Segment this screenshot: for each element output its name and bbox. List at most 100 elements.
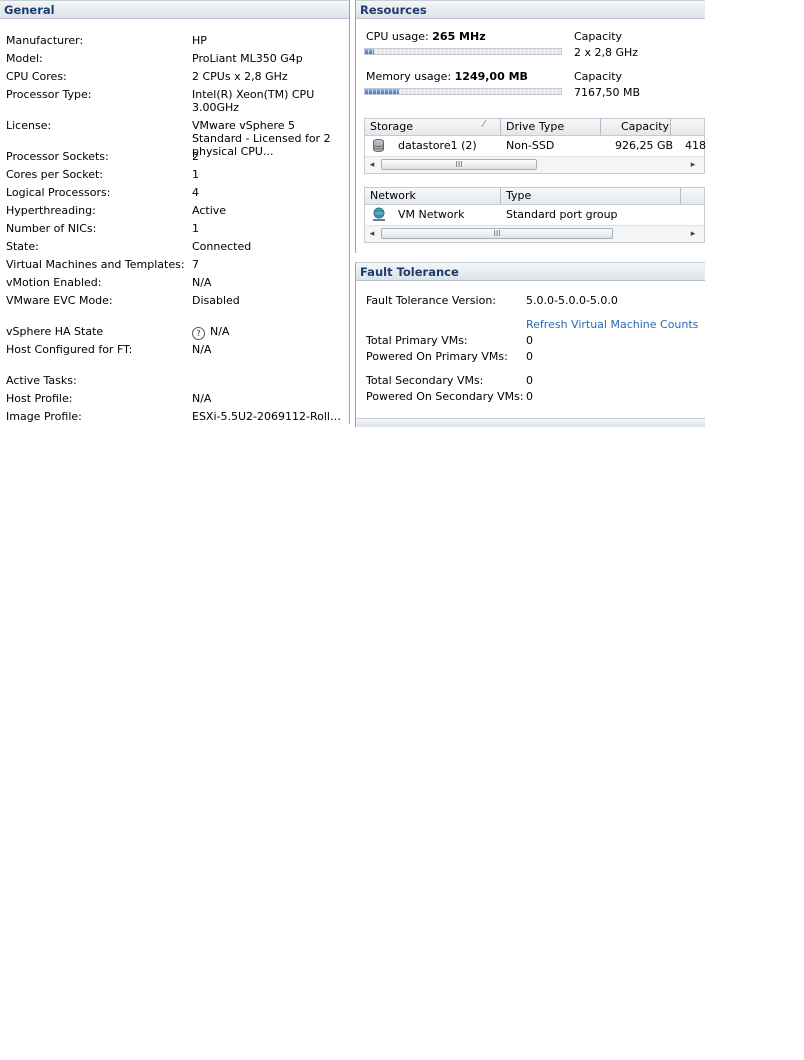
ft-row-label: Powered On Primary VMs: <box>366 350 508 363</box>
general-row: Virtual Machines and Templates: 7 <box>6 258 346 274</box>
cpu-usage-label: CPU usage: <box>366 30 429 43</box>
cpu-usage-value: 265 MHz <box>432 30 486 43</box>
general-row: vMotion Enabled: N/A <box>6 276 346 292</box>
ft-row-value: 0 <box>526 334 533 347</box>
storage-name: datastore1 (2) <box>398 139 477 152</box>
general-row-value: Active <box>192 204 227 217</box>
memory-usage-bar <box>364 88 562 95</box>
network-name: VM Network <box>398 208 465 221</box>
memory-usage-label: Memory usage: <box>366 70 452 83</box>
general-row-value: 1 <box>192 168 199 181</box>
general-row-value: N/A <box>192 392 212 405</box>
ft-row-label: Total Primary VMs: <box>366 334 468 347</box>
general-row: VMware EVC Mode: Disabled <box>6 294 346 310</box>
help-icon[interactable]: ? <box>192 327 205 340</box>
general-row-value-text: N/A <box>210 325 230 338</box>
scrollbar-thumb[interactable]: III <box>381 228 613 239</box>
ft-version-label: Fault Tolerance Version: <box>366 294 497 307</box>
general-row-value: 4 <box>192 186 199 199</box>
storage-column-header[interactable]: Storage <box>370 120 413 133</box>
general-row-label: Hyperthreading: <box>6 204 96 217</box>
general-row-label: VMware EVC Mode: <box>6 294 113 307</box>
capacity-column-header[interactable]: Capacity <box>621 120 669 133</box>
general-row: Image Profile: ESXi-5.5U2-2069112-Rollup.… <box>6 410 346 426</box>
storage-table-header: Storage ⁄ Drive Type Capacity <box>365 119 704 136</box>
general-row-value: HP <box>192 34 207 47</box>
storage-capacity: 926,25 GB <box>615 139 674 152</box>
network-table-header: Network Type <box>365 188 704 205</box>
general-row-value: N/A <box>192 276 212 289</box>
resources-panel: Resources CPU usage: 265 MHz Capacity 2 … <box>355 0 706 253</box>
general-row-label: Image Profile: <box>6 410 82 423</box>
general-row-value: ESXi-5.5U2-2069112-Rollup... <box>192 410 344 423</box>
scrollbar-thumb[interactable]: III <box>381 159 537 170</box>
general-row-label: Processor Sockets: <box>6 150 109 163</box>
next-panel-header <box>355 418 705 427</box>
network-horizontal-scrollbar[interactable]: ◂ III ▸ <box>365 225 704 242</box>
general-row: Number of NICs: 1 <box>6 222 346 238</box>
general-row: Processor Sockets: 2 <box>6 150 346 166</box>
general-row: State: Connected <box>6 240 346 256</box>
general-row-value: ? N/A <box>192 325 344 340</box>
general-row-label: License: <box>6 119 52 132</box>
ft-version-value: 5.0.0-5.0.0-5.0.0 <box>526 294 618 307</box>
ft-row-value: 0 <box>526 390 533 403</box>
general-row: Cores per Socket: 1 <box>6 168 346 184</box>
general-row: Processor Type: Intel(R) Xeon(TM) CPU 3.0… <box>6 88 346 114</box>
general-row-value: 1 <box>192 222 199 235</box>
storage-row[interactable]: datastore1 (2) Non-SSD 926,25 GB 418 <box>365 136 706 156</box>
storage-drive-type: Non-SSD <box>506 139 555 152</box>
general-row-value: Disabled <box>192 294 240 307</box>
general-panel-title: General <box>0 0 349 19</box>
general-row-value: 2 CPUs x 2,8 GHz <box>192 70 288 83</box>
general-row: vSphere HA State? N/A <box>6 325 346 341</box>
cpu-capacity-label: Capacity <box>574 30 623 43</box>
ft-row-label: Powered On Secondary VMs: <box>366 390 524 403</box>
general-row: Host Profile: N/A <box>6 392 346 408</box>
network-table: Network Type VM Network Standard port gr… <box>364 187 705 243</box>
general-row-label: Virtual Machines and Templates: <box>6 258 185 271</box>
general-row-label: Active Tasks: <box>6 374 77 387</box>
network-icon <box>373 207 385 221</box>
general-row-label: vMotion Enabled: <box>6 276 102 289</box>
general-row: Model: ProLiant ML350 G4p <box>6 52 346 68</box>
general-row-label: Host Configured for FT: <box>6 343 133 356</box>
type-column-header[interactable]: Type <box>506 189 531 202</box>
memory-usage-text: Memory usage: 1249,00 MB <box>366 70 528 83</box>
sort-icon: ⁄ <box>483 119 485 130</box>
scroll-left-icon[interactable]: ◂ <box>365 157 379 173</box>
general-row: Host Configured for FT: N/A <box>6 343 346 359</box>
memory-capacity-label: Capacity <box>574 70 623 83</box>
general-row-label: State: <box>6 240 39 253</box>
network-row[interactable]: VM Network Standard port group <box>365 205 704 225</box>
general-row-value: N/A <box>192 343 212 356</box>
storage-horizontal-scrollbar[interactable]: ◂ III ▸ <box>365 156 704 173</box>
general-row-label: Logical Processors: <box>6 186 111 199</box>
scroll-left-icon[interactable]: ◂ <box>365 226 379 242</box>
datastore-icon <box>373 139 384 152</box>
general-row: CPU Cores: 2 CPUs x 2,8 GHz <box>6 70 346 86</box>
scroll-right-icon[interactable]: ▸ <box>686 226 700 242</box>
general-panel: General Manufacturer: HP Model: ProLiant ML… <box>0 0 350 424</box>
cpu-capacity-value: 2 x 2,8 GHz <box>574 46 639 59</box>
general-row: Logical Processors: 4 <box>6 186 346 202</box>
ft-row-value: 0 <box>526 374 533 387</box>
refresh-vm-counts-link[interactable]: Refresh Virtual Machine Counts <box>526 318 698 331</box>
general-row-label: Cores per Socket: <box>6 168 103 181</box>
network-column-header[interactable]: Network <box>370 189 416 202</box>
cpu-usage-text: CPU usage: 265 MHz <box>366 30 486 43</box>
general-row-value: Intel(R) Xeon(TM) CPU 3.00GHz <box>192 88 315 114</box>
network-type: Standard port group <box>506 208 618 221</box>
memory-capacity-value: 7167,50 MB <box>574 86 641 99</box>
drive-type-column-header[interactable]: Drive Type <box>506 120 564 133</box>
scroll-right-icon[interactable]: ▸ <box>686 157 700 173</box>
storage-extra: 418 <box>685 139 706 152</box>
general-row-label: CPU Cores: <box>6 70 67 83</box>
general-row-label: vSphere HA State <box>6 325 104 338</box>
memory-usage-value: 1249,00 MB <box>454 70 528 83</box>
general-row-value: ProLiant ML350 G4p <box>192 52 303 65</box>
ft-row-value: 0 <box>526 350 533 363</box>
general-row: Manufacturer: HP <box>6 34 346 50</box>
cpu-usage-bar <box>364 48 562 55</box>
general-row: License: VMware vSphere 5 Standard - Lice… <box>6 119 346 158</box>
